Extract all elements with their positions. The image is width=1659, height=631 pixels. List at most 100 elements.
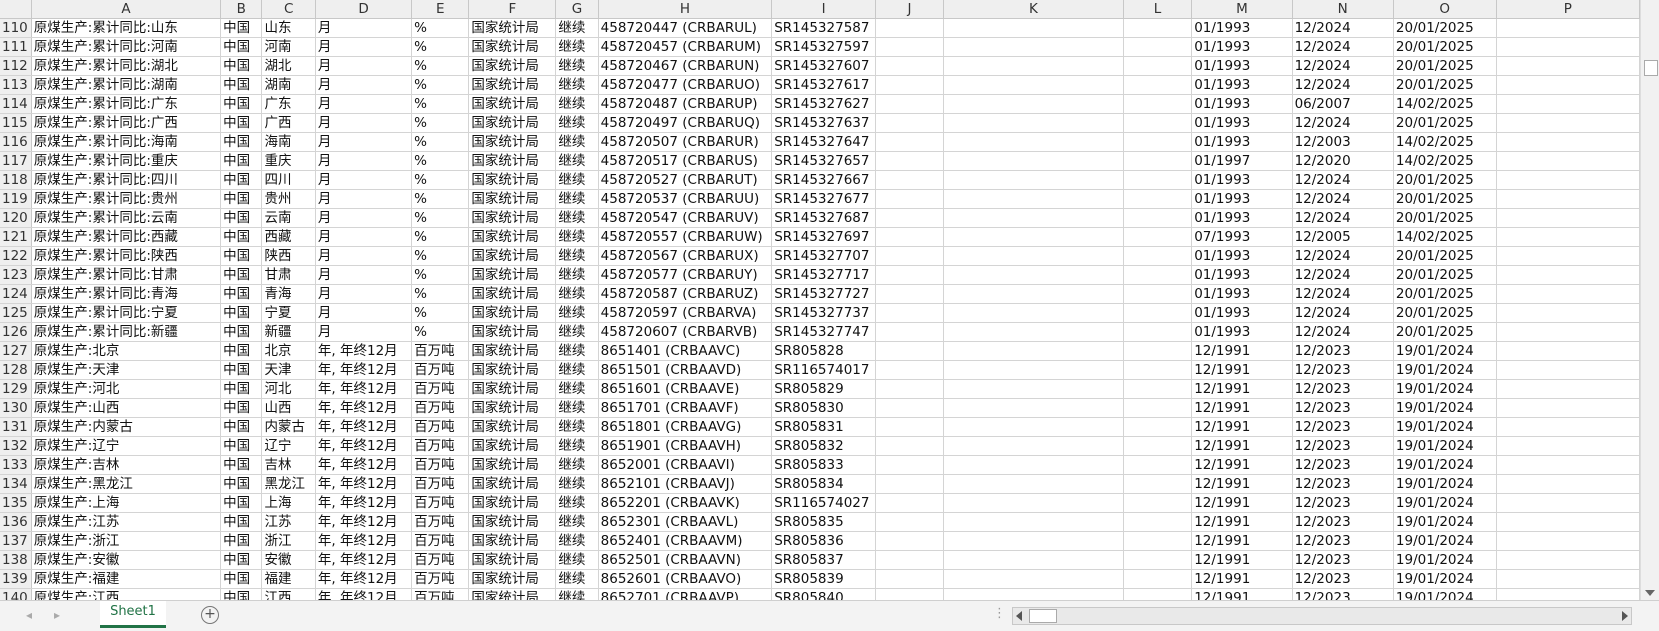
row-header[interactable]: 115 [0, 113, 32, 133]
row-header[interactable]: 132 [0, 436, 32, 456]
cell-i[interactable]: SR145327597 [771, 37, 876, 57]
cell-h[interactable]: 458720507 (CRBARUR) [598, 132, 773, 152]
cell-e[interactable]: 百万吨 [411, 588, 470, 600]
cell-b[interactable]: 中国 [220, 436, 263, 456]
cell-f[interactable]: 国家统计局 [468, 284, 557, 304]
cell-l[interactable] [1123, 94, 1193, 114]
cell-i[interactable]: SR805831 [771, 417, 876, 437]
cell-k[interactable] [943, 113, 1124, 133]
cell-m[interactable]: 01/1993 [1191, 18, 1293, 38]
cell-e[interactable]: 百万吨 [411, 569, 470, 589]
cell-g[interactable]: 继续 [555, 246, 599, 266]
cell-f[interactable]: 国家统计局 [468, 189, 557, 209]
cell-d[interactable]: 年, 年终12月 [315, 417, 413, 437]
cell-l[interactable] [1123, 455, 1193, 475]
cell-i[interactable]: SR145327617 [771, 75, 876, 95]
cell-p[interactable] [1496, 379, 1640, 399]
cell-e[interactable]: % [411, 170, 470, 190]
cell-b[interactable]: 中国 [220, 303, 263, 323]
cell-h[interactable]: 8652301 (CRBAAVL) [598, 512, 773, 532]
cell-k[interactable] [943, 550, 1124, 570]
cell-i[interactable]: SR145327627 [771, 94, 876, 114]
cell-d[interactable]: 年, 年终12月 [315, 379, 413, 399]
cell-g[interactable]: 继续 [555, 550, 599, 570]
cell-h[interactable]: 8651401 (CRBAAVC) [598, 341, 773, 361]
cell-d[interactable]: 年, 年终12月 [315, 531, 413, 551]
cell-o[interactable]: 14/02/2025 [1393, 227, 1497, 247]
cell-n[interactable]: 12/2024 [1292, 322, 1394, 342]
row-header[interactable]: 137 [0, 531, 32, 551]
column-header-a[interactable]: A [31, 0, 222, 19]
cell-o[interactable]: 20/01/2025 [1393, 56, 1497, 76]
cell-i[interactable]: SR145327637 [771, 113, 876, 133]
row-header[interactable]: 122 [0, 246, 32, 266]
cell-f[interactable]: 国家统计局 [468, 322, 557, 342]
cell-f[interactable]: 国家统计局 [468, 512, 557, 532]
row-header[interactable]: 128 [0, 360, 32, 380]
cell-h[interactable]: 458720547 (CRBARUV) [598, 208, 773, 228]
row-header[interactable]: 134 [0, 474, 32, 494]
cell-b[interactable]: 中国 [220, 588, 263, 600]
cell-b[interactable]: 中国 [220, 322, 263, 342]
cell-d[interactable]: 月 [315, 189, 413, 209]
cell-k[interactable] [943, 284, 1124, 304]
cell-h[interactable]: 458720467 (CRBARUN) [598, 56, 773, 76]
cell-g[interactable]: 继续 [555, 227, 599, 247]
cell-b[interactable]: 中国 [220, 341, 263, 361]
column-header-p[interactable]: P [1496, 0, 1640, 19]
vertical-scrollbar[interactable] [1640, 0, 1659, 600]
cell-a[interactable]: 原煤生产:北京 [31, 341, 222, 361]
cell-o[interactable]: 20/01/2025 [1393, 18, 1497, 38]
column-header-j[interactable]: J [875, 0, 945, 19]
cell-i[interactable]: SR145327687 [771, 208, 876, 228]
cell-b[interactable]: 中国 [220, 18, 263, 38]
cell-e[interactable]: % [411, 75, 470, 95]
cell-n[interactable]: 12/2024 [1292, 56, 1394, 76]
cell-c[interactable]: 宁夏 [261, 303, 316, 323]
cell-o[interactable]: 14/02/2025 [1393, 132, 1497, 152]
cell-p[interactable] [1496, 550, 1640, 570]
cell-k[interactable] [943, 493, 1124, 513]
cell-b[interactable]: 中国 [220, 227, 263, 247]
cell-a[interactable]: 原煤生产:江西 [31, 588, 222, 600]
row-header[interactable]: 123 [0, 265, 32, 285]
cell-g[interactable]: 继续 [555, 360, 599, 380]
cell-i[interactable]: SR805828 [771, 341, 876, 361]
row-header[interactable]: 111 [0, 37, 32, 57]
cell-c[interactable]: 河北 [261, 379, 316, 399]
cell-i[interactable]: SR116574027 [771, 493, 876, 513]
cell-c[interactable]: 内蒙古 [261, 417, 316, 437]
cell-f[interactable]: 国家统计局 [468, 94, 557, 114]
cell-p[interactable] [1496, 208, 1640, 228]
cell-f[interactable]: 国家统计局 [468, 265, 557, 285]
cell-a[interactable]: 原煤生产:累计同比:湖北 [31, 56, 222, 76]
cell-j[interactable] [875, 227, 945, 247]
cell-a[interactable]: 原煤生产:天津 [31, 360, 222, 380]
cell-e[interactable]: 百万吨 [411, 474, 470, 494]
cell-l[interactable] [1123, 18, 1193, 38]
cell-m[interactable]: 12/1991 [1191, 569, 1293, 589]
cell-n[interactable]: 12/2005 [1292, 227, 1394, 247]
cell-j[interactable] [875, 208, 945, 228]
cell-g[interactable]: 继续 [555, 322, 599, 342]
cell-b[interactable]: 中国 [220, 512, 263, 532]
cell-f[interactable]: 国家统计局 [468, 208, 557, 228]
cell-m[interactable]: 12/1991 [1191, 493, 1293, 513]
cell-o[interactable]: 20/01/2025 [1393, 37, 1497, 57]
cell-e[interactable]: 百万吨 [411, 360, 470, 380]
cell-b[interactable]: 中国 [220, 379, 263, 399]
cell-h[interactable]: 8652501 (CRBAAVN) [598, 550, 773, 570]
cell-j[interactable] [875, 417, 945, 437]
cell-f[interactable]: 国家统计局 [468, 379, 557, 399]
cell-d[interactable]: 月 [315, 284, 413, 304]
cell-f[interactable]: 国家统计局 [468, 588, 557, 600]
cell-p[interactable] [1496, 436, 1640, 456]
row-header[interactable]: 126 [0, 322, 32, 342]
cell-k[interactable] [943, 303, 1124, 323]
cell-o[interactable]: 19/01/2024 [1393, 531, 1497, 551]
cell-d[interactable]: 月 [315, 56, 413, 76]
cell-m[interactable]: 07/1993 [1191, 227, 1293, 247]
cell-c[interactable]: 北京 [261, 341, 316, 361]
cell-p[interactable] [1496, 113, 1640, 133]
row-header[interactable]: 124 [0, 284, 32, 304]
